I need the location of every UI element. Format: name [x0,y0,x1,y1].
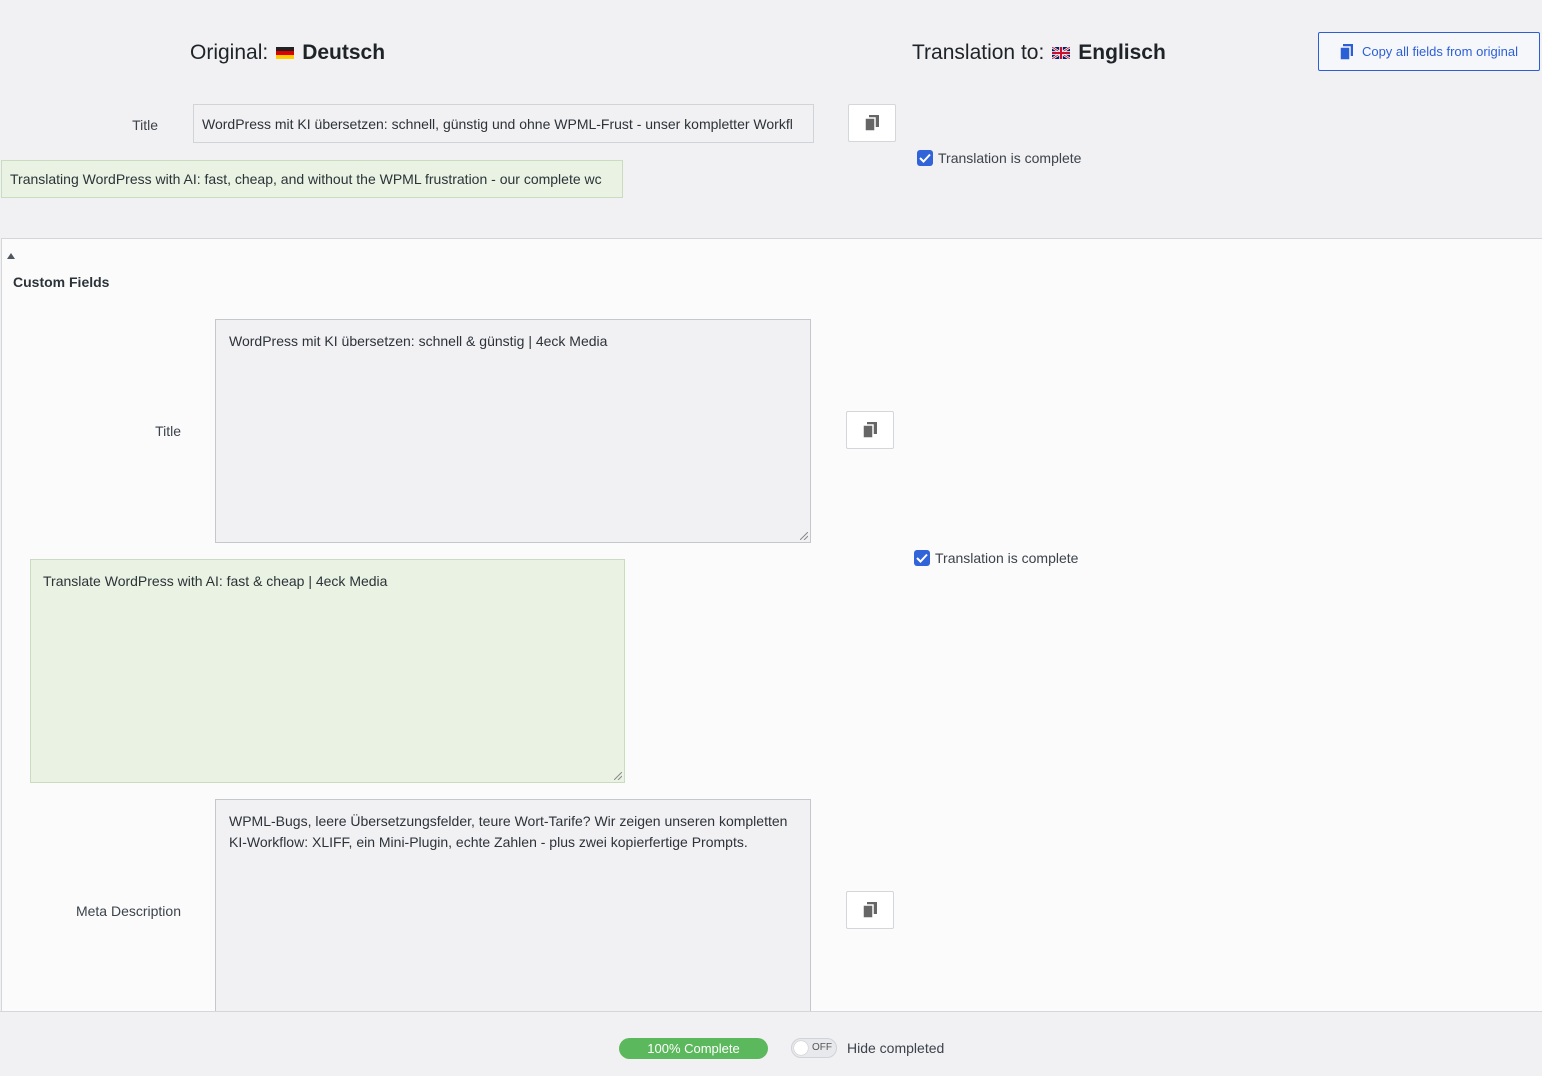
custom-title-complete-checkbox-row[interactable]: Translation is complete [914,550,1078,566]
copy-all-fields-label: Copy all fields from original [1361,44,1519,59]
progress-complete-badge: 100% Complete [619,1038,768,1059]
title-complete-checkbox[interactable] [917,150,933,166]
custom-title-label: Title [155,423,181,439]
copy-meta-description-button[interactable] [846,891,894,929]
copy-icon [865,115,879,131]
copy-icon [1339,43,1353,60]
checkmark-icon [916,553,928,563]
custom-fields-heading: Custom Fields [13,274,110,290]
custom-title-translation-textarea[interactable]: Translate WordPress with AI: fast & chea… [30,559,625,783]
title-complete-checkbox-row[interactable]: Translation is complete [917,150,1081,166]
copy-icon [863,422,877,438]
meta-description-label: Meta Description [75,903,181,919]
custom-title-original-text: WordPress mit KI übersetzen: schnell & g… [229,333,608,349]
custom-title-original-textarea[interactable]: WordPress mit KI übersetzen: schnell & g… [215,319,811,543]
original-language-name: Deutsch [302,41,386,64]
copy-title-button[interactable] [848,104,896,142]
copy-all-fields-button[interactable]: Copy all fields from original [1318,32,1540,71]
progress-complete-label: 100% Complete [647,1041,740,1056]
custom-title-complete-label: Translation is complete [935,550,1079,566]
toggle-knob [794,1041,808,1055]
toggle-state-text: OFF [812,1042,832,1053]
copy-custom-title-button[interactable] [846,411,894,449]
translation-language-heading: Translation to: Englisch [912,41,1166,65]
copy-icon [863,902,877,918]
translation-language-name: Englisch [1078,41,1166,64]
original-label: Original: [190,41,269,64]
meta-description-original-text: WPML-Bugs, leere Übersetzungsfelder, teu… [229,813,788,850]
checkmark-icon [919,153,931,163]
custom-title-complete-checkbox[interactable] [914,550,930,566]
footer-bar [0,1011,1542,1076]
title-translation-input[interactable]: Translating WordPress with AI: fast, che… [1,160,623,198]
title-field-label: Title [132,117,158,133]
custom-title-translation-text: Translate WordPress with AI: fast & chea… [43,573,388,589]
hide-completed-toggle[interactable]: OFF [791,1038,837,1058]
title-original-input[interactable]: WordPress mit KI übersetzen: schnell, gü… [193,104,814,143]
uk-flag-icon [1052,47,1071,59]
triangle-up-icon[interactable] [7,253,15,259]
resize-handle-icon[interactable] [614,772,622,780]
hide-completed-label: Hide completed [847,1040,945,1056]
title-complete-label: Translation is complete [938,150,1082,166]
resize-handle-icon[interactable] [800,532,808,540]
meta-description-original-textarea[interactable]: WPML-Bugs, leere Übersetzungsfelder, teu… [215,799,811,1013]
original-language-heading: Original: Deutsch [190,41,385,65]
translation-label: Translation to: [912,41,1045,64]
german-flag-icon [276,47,295,59]
